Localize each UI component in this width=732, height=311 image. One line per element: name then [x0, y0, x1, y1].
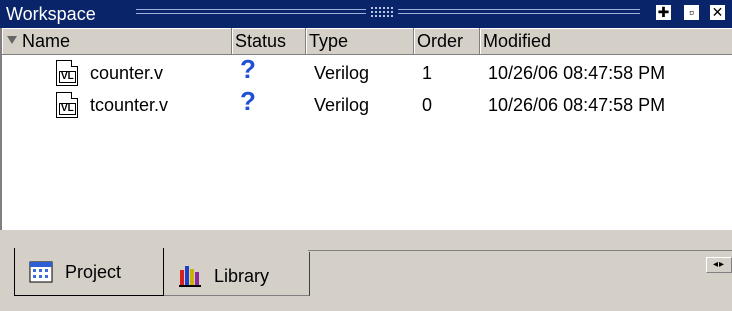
tab-project-label: Project	[65, 262, 122, 282]
table-row[interactable]: VL counter.v ? Verilog 1 10/26/06 08:47:…	[2, 54, 732, 88]
window-title: Workspace	[6, 4, 96, 24]
tab-library-label: Library	[214, 266, 270, 286]
file-order: 1	[422, 63, 433, 83]
column-header-name-label: Name	[22, 31, 71, 51]
tab-scroll-arrows[interactable]: ◂▸	[706, 257, 732, 273]
file-modified: 10/26/06 08:47:58 PM	[488, 63, 666, 83]
drag-grip-left[interactable]	[136, 9, 366, 14]
tab-library[interactable]: Library	[164, 252, 310, 296]
verilog-file-icon: VL	[56, 60, 78, 86]
tab-strip: Project Library ◂▸	[0, 230, 732, 311]
file-icon-label: VL	[59, 103, 76, 115]
file-name[interactable]: counter.v	[90, 61, 163, 85]
file-modified: 10/26/06 08:47:58 PM	[488, 95, 666, 115]
file-type: Verilog	[314, 63, 370, 83]
status-unknown-icon: ?	[240, 86, 256, 116]
undock-button[interactable]: ▫	[684, 5, 699, 20]
project-file-list: Name Status Type Order Modified VL count…	[0, 28, 732, 230]
column-header-name[interactable]: Name	[2, 28, 232, 54]
table-row[interactable]: VL tcounter.v ? Verilog 0 10/26/06 08:47…	[2, 86, 732, 120]
drag-handle-icon[interactable]	[370, 6, 394, 18]
workspace-titlebar[interactable]: Workspace ✚ ▫ ✕	[0, 0, 732, 28]
column-header-order[interactable]: Order	[414, 28, 480, 54]
tab-project[interactable]: Project	[14, 248, 164, 296]
sort-menu-icon[interactable]	[7, 36, 17, 44]
file-icon-label: VL	[59, 71, 76, 83]
file-type: Verilog	[314, 95, 370, 115]
column-header-type[interactable]: Type	[306, 28, 414, 54]
verilog-file-icon: VL	[56, 92, 78, 118]
file-name[interactable]: tcounter.v	[90, 93, 168, 117]
dock-button[interactable]: ✚	[656, 5, 671, 20]
library-icon	[179, 266, 201, 287]
project-icon	[29, 261, 53, 283]
column-header-row: Name Status Type Order Modified	[2, 28, 732, 55]
tab-divider-line	[308, 250, 732, 251]
close-button[interactable]: ✕	[710, 5, 725, 20]
status-unknown-icon: ?	[240, 54, 256, 84]
drag-grip-right[interactable]	[398, 9, 640, 14]
column-header-modified[interactable]: Modified	[480, 28, 732, 54]
column-header-status[interactable]: Status	[232, 28, 306, 54]
file-order: 0	[422, 95, 433, 115]
